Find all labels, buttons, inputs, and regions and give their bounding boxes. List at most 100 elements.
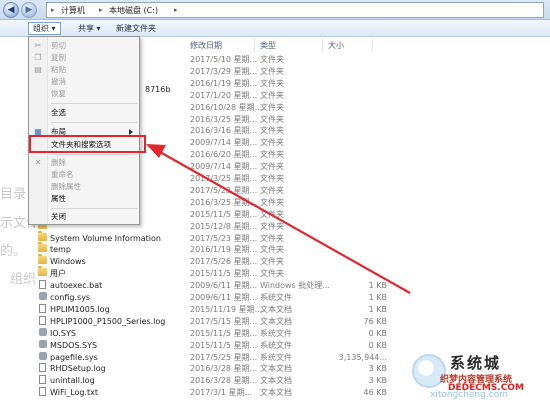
file-date: 2016/6/20 星期... — [190, 150, 258, 160]
file-name: Windows — [50, 257, 86, 267]
file-row[interactable]: HPLIP1000_P1500_Series.log 2017/5/15 星期..… — [34, 315, 550, 328]
background-text: 目录 — [0, 187, 27, 202]
address-bar[interactable]: ▸ 计算机 ▸ 本地磁盘 (C:) ▸ — [46, 2, 544, 18]
column-header-type[interactable]: 类型 — [260, 39, 276, 52]
file-date: 2015/11/19 星期... — [190, 304, 263, 314]
menu-item-redo[interactable]: 恢复 — [51, 88, 66, 100]
file-type: 文件夹 — [260, 209, 284, 219]
file-type: 文件夹 — [260, 245, 284, 255]
file-date: 2017/3/29 星期... — [190, 66, 258, 76]
column-divider[interactable] — [372, 39, 373, 52]
column-header-size[interactable]: 大小 — [328, 39, 344, 52]
menu-item-close[interactable]: 关闭 — [51, 211, 66, 223]
column-divider[interactable] — [254, 39, 255, 52]
file-name: 用户 — [50, 269, 66, 279]
file-row[interactable]: Windows 2017/5/26 星期... 文件夹 — [34, 254, 550, 268]
file-type: 文件夹 — [260, 138, 284, 148]
file-name: config.sys — [50, 293, 91, 302]
menu-item-paste[interactable]: 粘贴 — [51, 64, 66, 76]
column-header-date[interactable]: 修改日期 — [190, 39, 222, 52]
breadcrumb-computer[interactable]: 计算机 — [61, 4, 85, 17]
file-type: Windows 批处理... — [260, 281, 330, 291]
menu-item-rename[interactable]: 重命名 — [51, 169, 74, 181]
partial-file-name[interactable]: 8716b — [145, 84, 170, 96]
folder-icon — [38, 254, 47, 265]
folder-icon — [38, 266, 47, 277]
file-date: 2017/5/26 星期... — [190, 257, 258, 267]
file-type: 文件夹 — [260, 78, 284, 88]
scissors-icon: ✂ — [34, 41, 42, 50]
share-button[interactable]: 共享 ▾ — [74, 22, 105, 35]
file-size: 0 KB — [368, 340, 387, 350]
file-type: 文件夹 — [260, 150, 284, 160]
gear-icon — [39, 351, 47, 360]
file-type: 文件夹 — [260, 162, 284, 172]
organize-dropdown-menu: ✂ 剪切 ❐ 复制 ▤ 粘贴 撤消 恢复 全选 ▦ 布局 文件夹和搜索选项 ✕ … — [28, 36, 140, 225]
chevron-right-icon: ▸ — [99, 6, 103, 14]
breadcrumb-local-disk[interactable]: 本地磁盘 (C:) — [109, 4, 158, 17]
doc-icon — [39, 387, 46, 397]
file-type: 文件夹 — [260, 90, 284, 100]
file-date: 2015/12/8 星期... — [190, 221, 258, 231]
file-row[interactable]: autoexec.bat 2009/6/11 星期... Windows 批处理..… — [34, 280, 550, 292]
menu-item-properties[interactable]: 属性 — [51, 193, 66, 205]
file-date: 2009/6/11 星期... — [190, 293, 258, 302]
file-date: 2017/3/25 星期... — [190, 174, 258, 183]
file-type: 文件夹 — [260, 174, 284, 183]
new-folder-button[interactable]: 新建文件夹 — [112, 22, 160, 35]
file-date: 2016/10/28 星期... — [190, 102, 263, 112]
file-name: temp — [50, 245, 71, 255]
file-size: 46 KB — [363, 388, 387, 398]
file-row[interactable]: HPLIM1005.log 2015/11/19 星期... 文本文档 1 KB — [34, 303, 550, 316]
background-text: 组织 — [10, 272, 37, 287]
file-type: 系统文件 — [260, 352, 292, 362]
highlight-box — [29, 135, 146, 153]
file-type: 文件夹 — [260, 114, 284, 124]
file-name: unintall.log — [50, 376, 95, 386]
file-date: 2015/11/5 星期... — [190, 209, 258, 219]
file-type: 文件夹 — [260, 221, 284, 231]
folder-icon — [38, 242, 47, 253]
file-row[interactable]: 用户 2015/11/5 星期... 文件夹 — [34, 266, 550, 280]
file-date: 2016/1/19 星期... — [190, 245, 258, 255]
file-row[interactable]: temp 2016/1/19 星期... 文件夹 — [34, 242, 550, 256]
column-divider[interactable] — [322, 39, 323, 52]
file-row[interactable]: IO.SYS 2015/11/5 星期... 系统文件 0 KB — [34, 327, 550, 340]
organize-button[interactable]: 组织 ▾ — [28, 22, 61, 35]
menu-item-cut[interactable]: 剪切 — [51, 40, 66, 52]
file-date: 2015/11/5 星期... — [190, 340, 258, 350]
file-size: 76 KB — [363, 316, 387, 326]
copy-icon: ❐ — [34, 53, 42, 62]
file-row[interactable]: config.sys 2009/6/11 星期... 系统文件 1 KB — [34, 292, 550, 304]
forward-button[interactable]: ▶ — [21, 2, 37, 18]
watermark-pinyin: xitongcheng.com — [430, 390, 508, 400]
menu-item-copy[interactable]: 复制 — [51, 52, 66, 64]
file-type: 文件夹 — [260, 126, 284, 136]
paste-icon: ▤ — [34, 65, 42, 74]
file-type: 文件夹 — [260, 197, 284, 207]
file-date: 2009/7/14 星期... — [190, 138, 258, 148]
file-name: autoexec.bat — [50, 281, 103, 291]
file-size: 1 KB — [368, 281, 387, 291]
file-row[interactable]: MSDOS.SYS 2015/11/5 星期... 系统文件 0 KB — [34, 339, 550, 352]
menu-item-select-all[interactable]: 全选 — [51, 107, 66, 119]
file-row[interactable]: System Volume Information 2017/5/23 星期...… — [34, 230, 550, 245]
gear-icon — [39, 339, 47, 348]
gear-icon — [39, 327, 47, 336]
file-name: RHDSetup.log — [50, 364, 106, 374]
file-type: 系统文件 — [260, 328, 292, 338]
file-name: System Volume Information — [50, 233, 161, 243]
back-button[interactable]: ◀ — [3, 2, 19, 18]
file-size: 3 KB — [368, 364, 387, 374]
file-type: 系统文件 — [260, 293, 292, 302]
file-date: 2009/7/14 星期... — [190, 162, 258, 172]
file-type: 文件夹 — [260, 102, 284, 112]
menu-item-delete[interactable]: 删除 — [51, 157, 66, 169]
file-date: 2017/5/10 星期... — [190, 55, 258, 64]
doc-icon — [39, 280, 46, 290]
menu-item-undo[interactable]: 撤消 — [51, 76, 66, 88]
file-type: 文本文档 — [260, 364, 292, 374]
menu-item-remove-properties[interactable]: 删除属性 — [51, 181, 81, 193]
file-date: 2016/3/25 星期... — [190, 114, 258, 124]
watermark-title: 系统城 — [450, 354, 502, 372]
